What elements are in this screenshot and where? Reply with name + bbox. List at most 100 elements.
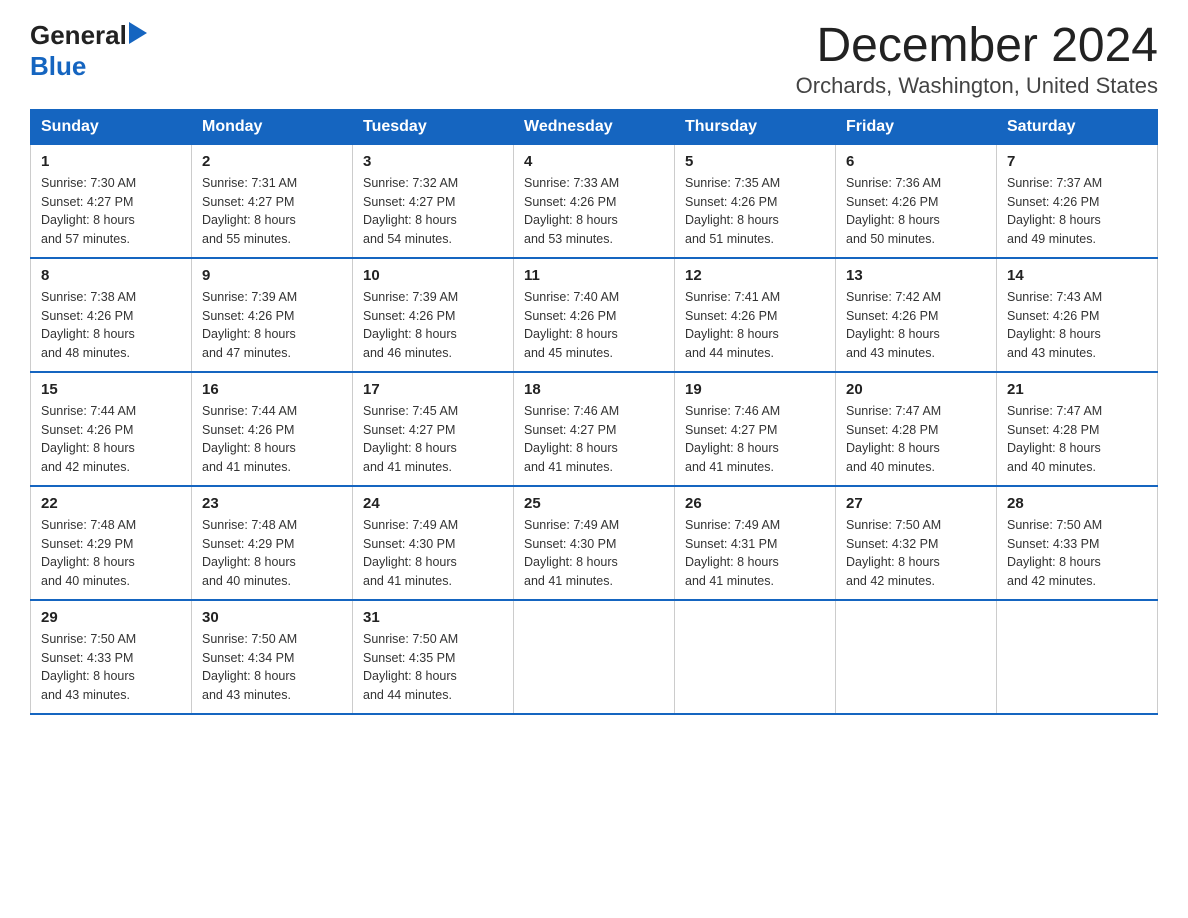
day-number: 29 [41,609,181,626]
day-number: 22 [41,495,181,512]
calendar-cell: 22 Sunrise: 7:48 AM Sunset: 4:29 PM Dayl… [31,486,192,600]
day-detail: Sunrise: 7:44 AM Sunset: 4:26 PM Dayligh… [202,402,342,477]
day-number: 31 [363,609,503,626]
day-detail: Sunrise: 7:46 AM Sunset: 4:27 PM Dayligh… [685,402,825,477]
day-detail: Sunrise: 7:30 AM Sunset: 4:27 PM Dayligh… [41,174,181,249]
day-detail: Sunrise: 7:42 AM Sunset: 4:26 PM Dayligh… [846,288,986,363]
col-tuesday: Tuesday [353,109,514,144]
day-number: 18 [524,381,664,398]
day-detail: Sunrise: 7:50 AM Sunset: 4:32 PM Dayligh… [846,516,986,591]
calendar-cell: 3 Sunrise: 7:32 AM Sunset: 4:27 PM Dayli… [353,144,514,258]
day-detail: Sunrise: 7:31 AM Sunset: 4:27 PM Dayligh… [202,174,342,249]
calendar-week-row: 22 Sunrise: 7:48 AM Sunset: 4:29 PM Dayl… [31,486,1158,600]
calendar-table: Sunday Monday Tuesday Wednesday Thursday… [30,109,1158,715]
day-number: 25 [524,495,664,512]
calendar-cell: 2 Sunrise: 7:31 AM Sunset: 4:27 PM Dayli… [192,144,353,258]
day-number: 20 [846,381,986,398]
day-detail: Sunrise: 7:40 AM Sunset: 4:26 PM Dayligh… [524,288,664,363]
calendar-cell: 27 Sunrise: 7:50 AM Sunset: 4:32 PM Dayl… [836,486,997,600]
day-number: 1 [41,153,181,170]
calendar-cell: 17 Sunrise: 7:45 AM Sunset: 4:27 PM Dayl… [353,372,514,486]
calendar-cell: 7 Sunrise: 7:37 AM Sunset: 4:26 PM Dayli… [997,144,1158,258]
calendar-cell [675,600,836,714]
calendar-cell: 6 Sunrise: 7:36 AM Sunset: 4:26 PM Dayli… [836,144,997,258]
day-number: 26 [685,495,825,512]
title-block: December 2024 Orchards, Washington, Unit… [796,20,1158,99]
calendar-cell: 15 Sunrise: 7:44 AM Sunset: 4:26 PM Dayl… [31,372,192,486]
calendar-cell [514,600,675,714]
day-detail: Sunrise: 7:39 AM Sunset: 4:26 PM Dayligh… [202,288,342,363]
logo-blue-text: Blue [30,51,86,81]
day-number: 24 [363,495,503,512]
day-detail: Sunrise: 7:50 AM Sunset: 4:33 PM Dayligh… [1007,516,1147,591]
days-of-week-row: Sunday Monday Tuesday Wednesday Thursday… [31,109,1158,144]
day-detail: Sunrise: 7:39 AM Sunset: 4:26 PM Dayligh… [363,288,503,363]
day-detail: Sunrise: 7:50 AM Sunset: 4:35 PM Dayligh… [363,630,503,705]
day-number: 13 [846,267,986,284]
col-wednesday: Wednesday [514,109,675,144]
calendar-cell [836,600,997,714]
col-saturday: Saturday [997,109,1158,144]
day-detail: Sunrise: 7:45 AM Sunset: 4:27 PM Dayligh… [363,402,503,477]
day-number: 8 [41,267,181,284]
day-detail: Sunrise: 7:48 AM Sunset: 4:29 PM Dayligh… [41,516,181,591]
day-number: 9 [202,267,342,284]
calendar-week-row: 15 Sunrise: 7:44 AM Sunset: 4:26 PM Dayl… [31,372,1158,486]
day-number: 6 [846,153,986,170]
day-number: 19 [685,381,825,398]
day-detail: Sunrise: 7:35 AM Sunset: 4:26 PM Dayligh… [685,174,825,249]
page-subtitle: Orchards, Washington, United States [796,73,1158,99]
calendar-cell: 1 Sunrise: 7:30 AM Sunset: 4:27 PM Dayli… [31,144,192,258]
day-number: 5 [685,153,825,170]
day-number: 3 [363,153,503,170]
day-number: 17 [363,381,503,398]
calendar-cell: 29 Sunrise: 7:50 AM Sunset: 4:33 PM Dayl… [31,600,192,714]
day-detail: Sunrise: 7:33 AM Sunset: 4:26 PM Dayligh… [524,174,664,249]
calendar-week-row: 29 Sunrise: 7:50 AM Sunset: 4:33 PM Dayl… [31,600,1158,714]
day-detail: Sunrise: 7:41 AM Sunset: 4:26 PM Dayligh… [685,288,825,363]
page-title: December 2024 [796,20,1158,73]
day-number: 23 [202,495,342,512]
calendar-cell: 31 Sunrise: 7:50 AM Sunset: 4:35 PM Dayl… [353,600,514,714]
day-number: 4 [524,153,664,170]
calendar-cell: 20 Sunrise: 7:47 AM Sunset: 4:28 PM Dayl… [836,372,997,486]
calendar-header: Sunday Monday Tuesday Wednesday Thursday… [31,109,1158,144]
day-detail: Sunrise: 7:50 AM Sunset: 4:33 PM Dayligh… [41,630,181,705]
calendar-cell: 26 Sunrise: 7:49 AM Sunset: 4:31 PM Dayl… [675,486,836,600]
day-detail: Sunrise: 7:38 AM Sunset: 4:26 PM Dayligh… [41,288,181,363]
calendar-week-row: 8 Sunrise: 7:38 AM Sunset: 4:26 PM Dayli… [31,258,1158,372]
day-detail: Sunrise: 7:47 AM Sunset: 4:28 PM Dayligh… [846,402,986,477]
calendar-cell: 4 Sunrise: 7:33 AM Sunset: 4:26 PM Dayli… [514,144,675,258]
day-detail: Sunrise: 7:50 AM Sunset: 4:34 PM Dayligh… [202,630,342,705]
calendar-cell: 24 Sunrise: 7:49 AM Sunset: 4:30 PM Dayl… [353,486,514,600]
calendar-cell: 23 Sunrise: 7:48 AM Sunset: 4:29 PM Dayl… [192,486,353,600]
calendar-cell: 5 Sunrise: 7:35 AM Sunset: 4:26 PM Dayli… [675,144,836,258]
calendar-cell: 9 Sunrise: 7:39 AM Sunset: 4:26 PM Dayli… [192,258,353,372]
day-detail: Sunrise: 7:47 AM Sunset: 4:28 PM Dayligh… [1007,402,1147,477]
col-sunday: Sunday [31,109,192,144]
day-number: 11 [524,267,664,284]
calendar-cell: 10 Sunrise: 7:39 AM Sunset: 4:26 PM Dayl… [353,258,514,372]
calendar-cell: 30 Sunrise: 7:50 AM Sunset: 4:34 PM Dayl… [192,600,353,714]
day-detail: Sunrise: 7:49 AM Sunset: 4:30 PM Dayligh… [363,516,503,591]
calendar-week-row: 1 Sunrise: 7:30 AM Sunset: 4:27 PM Dayli… [31,144,1158,258]
calendar-cell: 11 Sunrise: 7:40 AM Sunset: 4:26 PM Dayl… [514,258,675,372]
day-number: 21 [1007,381,1147,398]
day-number: 15 [41,381,181,398]
day-number: 12 [685,267,825,284]
day-number: 30 [202,609,342,626]
calendar-cell: 12 Sunrise: 7:41 AM Sunset: 4:26 PM Dayl… [675,258,836,372]
day-number: 7 [1007,153,1147,170]
logo: General Blue [30,20,147,82]
day-number: 28 [1007,495,1147,512]
calendar-cell: 13 Sunrise: 7:42 AM Sunset: 4:26 PM Dayl… [836,258,997,372]
day-number: 14 [1007,267,1147,284]
calendar-body: 1 Sunrise: 7:30 AM Sunset: 4:27 PM Dayli… [31,144,1158,714]
day-number: 10 [363,267,503,284]
day-number: 16 [202,381,342,398]
calendar-cell: 25 Sunrise: 7:49 AM Sunset: 4:30 PM Dayl… [514,486,675,600]
page-header: General Blue December 2024 Orchards, Was… [30,20,1158,99]
calendar-cell: 28 Sunrise: 7:50 AM Sunset: 4:33 PM Dayl… [997,486,1158,600]
calendar-cell: 16 Sunrise: 7:44 AM Sunset: 4:26 PM Dayl… [192,372,353,486]
day-detail: Sunrise: 7:36 AM Sunset: 4:26 PM Dayligh… [846,174,986,249]
